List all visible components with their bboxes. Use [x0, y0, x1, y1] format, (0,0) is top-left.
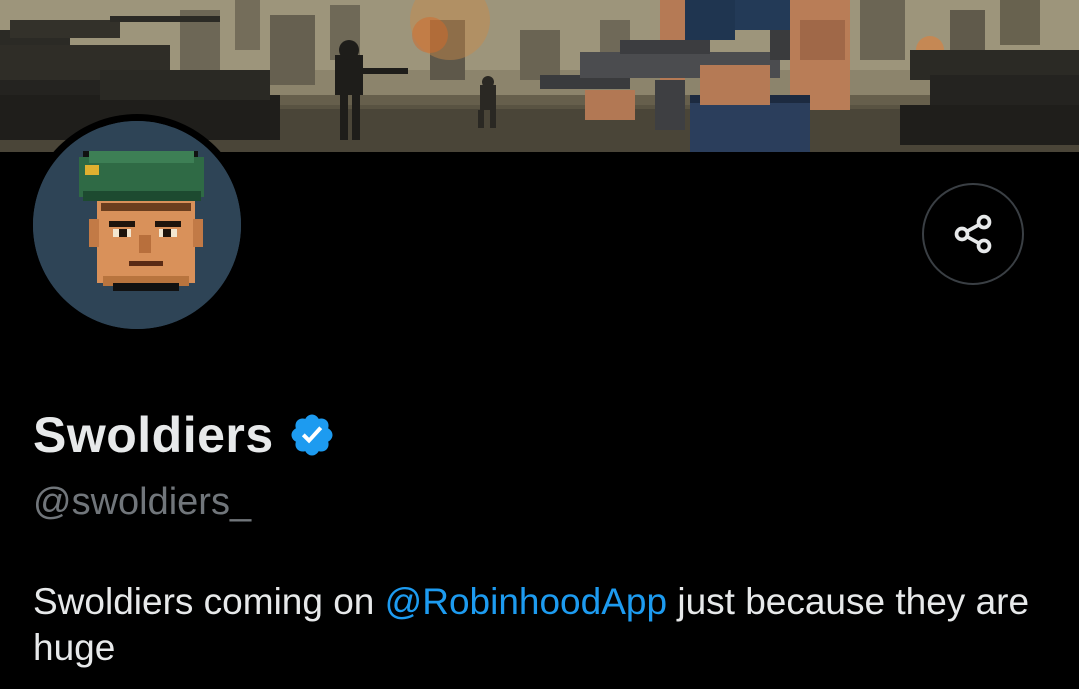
profile-avatar[interactable] [26, 114, 248, 336]
profile-name-row: Swoldiers [33, 404, 338, 466]
verified-badge-icon[interactable] [288, 410, 338, 460]
bio-text-before: Swoldiers coming on [33, 581, 385, 622]
profile-bio: Swoldiers coming on @RobinhoodApp just b… [33, 579, 1063, 671]
share-icon [954, 214, 992, 254]
avatar-soldier-face-icon [33, 121, 241, 329]
profile-handle: @swoldiers_ [33, 481, 252, 523]
share-profile-button[interactable] [922, 183, 1024, 285]
bio-mention-link[interactable]: @RobinhoodApp [385, 581, 667, 622]
avatar-image [33, 121, 241, 329]
profile-page: Swoldiers @swoldiers_ Swoldiers coming o… [0, 0, 1079, 689]
display-name: Swoldiers [33, 407, 274, 463]
